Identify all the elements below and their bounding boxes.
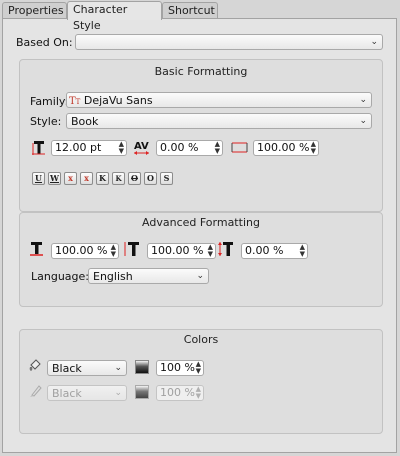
subscript-button[interactable]: x bbox=[64, 172, 77, 185]
shift-offset-icon bbox=[218, 242, 233, 256]
kerning-icon: AV bbox=[134, 141, 149, 155]
based-on-select[interactable]: ⌄ bbox=[75, 34, 383, 50]
spin-arrows-icon: ▲ ▼ bbox=[195, 385, 201, 400]
truetype-font-icon: TT bbox=[69, 96, 81, 107]
colors-group: Colors Black ⌄ 100 % ▲ ▼ Black ⌄ 100 % ▲ ▼ bbox=[19, 329, 383, 434]
tab-properties[interactable]: Properties bbox=[2, 2, 67, 18]
stroke-color-swatch bbox=[135, 385, 149, 399]
tab-shortcut[interactable]: Shortcut bbox=[162, 2, 218, 18]
spin-arrows-icon: ▲ ▼ bbox=[310, 140, 316, 155]
spin-arrows-icon: ▲ ▼ bbox=[207, 243, 213, 258]
chevron-down-icon: ⌄ bbox=[359, 116, 367, 126]
text-effects-toolbar: U W x x K K O O S bbox=[32, 172, 202, 186]
underline-words-button[interactable]: W bbox=[48, 172, 61, 185]
chevron-down-icon: ⌄ bbox=[370, 37, 378, 47]
shift-offset-spinbox[interactable]: 0.00 % ▲ ▼ bbox=[241, 243, 308, 259]
stroke-color-icon bbox=[30, 385, 42, 397]
character-style-panel: Based On: ⌄ Basic Formatting Family: TT … bbox=[2, 18, 397, 453]
outline-button[interactable]: O bbox=[144, 172, 157, 185]
svg-text:AV: AV bbox=[134, 141, 149, 152]
kerning-spinbox[interactable]: 0.00 % ▲ ▼ bbox=[156, 140, 223, 156]
fill-color-swatch bbox=[135, 360, 149, 374]
language-select[interactable]: English ⌄ bbox=[88, 268, 209, 284]
font-family-select[interactable]: TT DejaVu Sans ⌄ bbox=[66, 92, 372, 108]
tab-character-style[interactable]: Character Style bbox=[67, 1, 162, 32]
chevron-down-icon: ⌄ bbox=[359, 95, 367, 105]
fill-color-select[interactable]: Black ⌄ bbox=[47, 360, 127, 376]
vertical-scale-icon bbox=[124, 242, 139, 256]
baseline-offset-spinbox[interactable]: 100.00 % ▲ ▼ bbox=[51, 243, 119, 259]
stroke-shade-spinbox[interactable]: 100 % ▲ ▼ bbox=[156, 385, 204, 401]
colors-title: Colors bbox=[183, 333, 219, 346]
all-caps-button[interactable]: K bbox=[96, 172, 109, 185]
fill-color-icon bbox=[29, 359, 41, 371]
spin-arrows-icon: ▲ ▼ bbox=[118, 140, 124, 155]
spin-arrows-icon: ▲ ▼ bbox=[195, 360, 201, 375]
baseline-offset-icon bbox=[30, 242, 43, 256]
spin-arrows-icon: ▲ ▼ bbox=[110, 243, 116, 258]
font-style-select[interactable]: Book ⌄ bbox=[66, 113, 372, 129]
underline-button[interactable]: U bbox=[32, 172, 45, 185]
fill-shade-spinbox[interactable]: 100 % ▲ ▼ bbox=[156, 360, 204, 376]
strikethrough-button[interactable]: O bbox=[128, 172, 141, 185]
style-label: Style: bbox=[30, 115, 62, 128]
advanced-formatting-group: Advanced Formatting 100.00 % ▲ ▼ 100.00 %… bbox=[19, 212, 383, 307]
advanced-formatting-title: Advanced Formatting bbox=[142, 216, 260, 229]
font-size-icon bbox=[32, 141, 45, 155]
font-size-spinbox[interactable]: 12.00 pt ▲ ▼ bbox=[51, 140, 127, 156]
character-scale-spinbox[interactable]: 100.00 % ▲ ▼ bbox=[253, 140, 319, 156]
vertical-scale-spinbox[interactable]: 100.00 % ▲ ▼ bbox=[147, 243, 216, 259]
shadow-button[interactable]: S bbox=[160, 172, 173, 185]
character-scale-icon bbox=[231, 142, 248, 153]
basic-formatting-title: Basic Formatting bbox=[154, 65, 248, 78]
chevron-down-icon: ⌄ bbox=[114, 388, 122, 398]
basic-formatting-group: Basic Formatting Family: TT DejaVu Sans … bbox=[19, 59, 383, 212]
spin-arrows-icon: ▲ ▼ bbox=[214, 140, 220, 155]
chevron-down-icon: ⌄ bbox=[196, 271, 204, 281]
chevron-down-icon: ⌄ bbox=[114, 363, 122, 373]
language-label: Language: bbox=[31, 270, 89, 283]
family-label: Family: bbox=[30, 95, 69, 108]
spin-arrows-icon: ▲ ▼ bbox=[299, 243, 305, 258]
stroke-color-select[interactable]: Black ⌄ bbox=[47, 385, 127, 401]
small-caps-button[interactable]: K bbox=[112, 172, 125, 185]
superscript-button[interactable]: x bbox=[80, 172, 93, 185]
based-on-label: Based On: bbox=[16, 36, 73, 49]
